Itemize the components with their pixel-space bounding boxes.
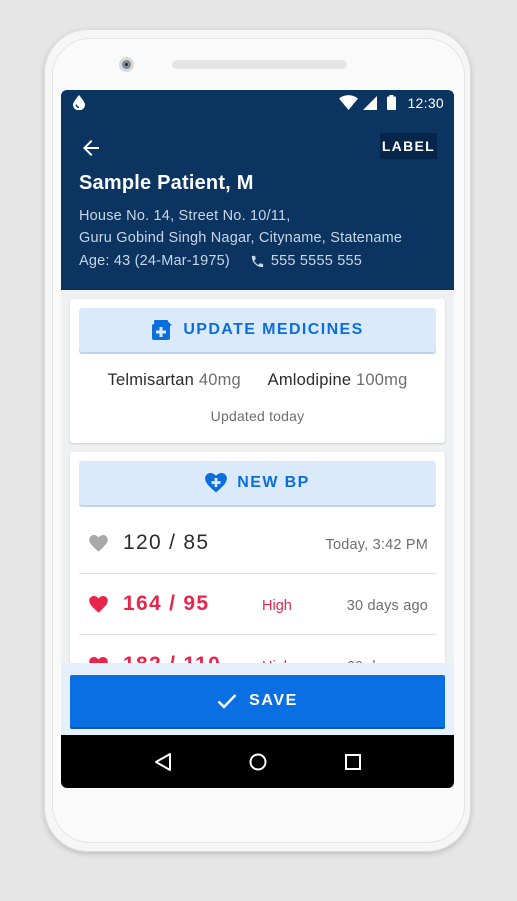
battery-icon [387,95,397,110]
heart-icon [89,596,108,618]
medicine-name: Telmisartan [107,371,195,389]
patient-header: LABEL Sample Patient, M House No. 14, St… [61,115,454,290]
signal-icon [363,95,378,110]
patient-meta: Age: 43 (24-Mar-1975) 555 5555 555 [79,253,362,269]
home-circle-icon[interactable] [246,750,270,774]
address-line-2: Guru Gobind Singh Nagar, Cityname, State… [79,230,403,246]
wifi-icon [339,95,359,110]
back-triangle-icon[interactable] [151,750,175,774]
drop-icon [73,95,85,110]
patient-phone[interactable]: 555 5555 555 [271,253,362,269]
patient-name: Sample Patient, M [79,172,254,194]
update-medicines-button[interactable]: UPDATE MEDICINES [79,308,436,352]
screen: 12:30 LABEL Sample Patient, M House No. … [61,90,454,788]
bp-reading: 120 / 85 [123,531,210,554]
label-button[interactable]: LABEL [379,133,437,159]
bp-date: 30 days ago [346,598,428,614]
medicines-card: UPDATE MEDICINES Telmisartan 40mg Amlodi… [70,299,445,443]
address-line-1: House No. 14, Street No. 10/11, [79,208,291,224]
new-bp-button[interactable]: NEW BP [79,461,436,505]
medicine-name: Amlodipine [267,371,352,389]
bp-row[interactable]: 120 / 85 Today, 3:42 PM [79,513,436,574]
medicine-box-icon [151,319,173,341]
new-bp-label: NEW BP [237,474,310,491]
front-camera [119,57,134,72]
earpiece-speaker [172,60,347,69]
medicine-dose: 40mg [198,371,241,389]
patient-age: Age: 43 (24-Mar-1975) [79,253,230,269]
check-icon [217,693,237,709]
bp-date: Today, 3:42 PM [325,537,428,553]
bp-reading: 164 / 95 [123,592,210,615]
phone-icon [250,254,265,269]
android-nav-bar [61,735,454,788]
heart-icon [89,535,108,557]
medicine-dose: 100mg [356,371,408,389]
heart-plus-icon [205,473,228,493]
status-bar: 12:30 [61,90,454,115]
medicines-updated: Updated today [210,408,305,424]
update-medicines-label: UPDATE MEDICINES [183,321,364,338]
recents-square-icon[interactable] [341,750,365,774]
save-button[interactable]: SAVE [70,675,445,727]
save-label: SAVE [249,692,298,709]
status-time: 12:30 [407,94,444,111]
bp-high-tag: High [262,598,292,614]
medicine-list: Telmisartan 40mg Amlodipine 100mg [70,371,445,390]
back-arrow-icon[interactable] [79,136,103,160]
patient-address: House No. 14, Street No. 10/11, Guru Gob… [79,205,402,249]
bp-row[interactable]: 164 / 95 High 30 days ago [79,574,436,635]
save-footer: SAVE [61,663,454,735]
